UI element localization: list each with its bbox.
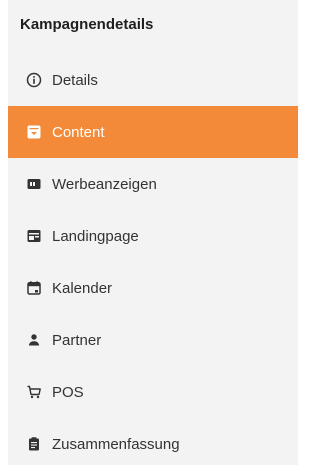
landingpage-icon xyxy=(26,228,42,244)
sidebar-item-kalender[interactable]: Kalender xyxy=(8,262,298,314)
sidebar-item-label: Kalender xyxy=(52,279,113,297)
calendar-icon xyxy=(26,280,42,296)
sidebar-title: Kampagnendetails xyxy=(20,16,154,33)
clipboard-icon xyxy=(26,436,42,452)
sidebar-item-pos[interactable]: POS xyxy=(8,366,298,418)
campaign-details-sidebar: Kampagnendetails Details Content Werbean… xyxy=(8,0,298,465)
shopping-cart-icon xyxy=(26,384,42,400)
sidebar-item-label: Details xyxy=(52,71,98,89)
sidebar-item-label: POS xyxy=(52,383,84,401)
sidebar-item-werbeanzeigen[interactable]: Werbeanzeigen xyxy=(8,158,298,210)
info-circle-icon xyxy=(26,72,42,88)
content-box-icon xyxy=(26,124,42,140)
sidebar-item-label: Landingpage xyxy=(52,227,139,245)
sidebar-nav: Details Content Werbeanzeigen Landingpag… xyxy=(8,54,298,470)
sidebar-item-label: Content xyxy=(52,123,105,141)
sidebar-item-content[interactable]: Content xyxy=(8,106,298,158)
sidebar-item-partner[interactable]: Partner xyxy=(8,314,298,366)
ad-icon xyxy=(26,176,42,192)
sidebar-item-label: Werbeanzeigen xyxy=(52,175,157,193)
sidebar-item-zusammenfassung[interactable]: Zusammenfassung xyxy=(8,418,298,470)
sidebar-item-label: Zusammenfassung xyxy=(52,435,180,453)
sidebar-item-landingpage[interactable]: Landingpage xyxy=(8,210,298,262)
sidebar-item-label: Partner xyxy=(52,331,102,349)
person-icon xyxy=(26,332,42,348)
sidebar-item-details[interactable]: Details xyxy=(8,54,298,106)
